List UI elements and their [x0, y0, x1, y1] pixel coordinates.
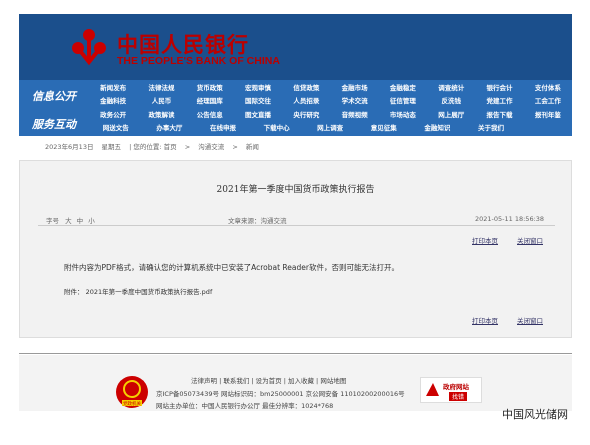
party-government-badge-icon: 党政机关	[116, 376, 148, 408]
site-footer: 党政机关 法律声明 | 联系我们 | 设为首页 | 加入收藏 | 网站地图 京I…	[19, 355, 572, 411]
site-title-en: THE PEOPLE'S BANK OF CHINA	[117, 55, 280, 67]
pboc-emblem-icon	[72, 29, 106, 66]
nav-item[interactable]: 关于我们	[464, 122, 518, 135]
nav-item[interactable]: 网上调查	[303, 122, 357, 135]
nav-item[interactable]: 经理国库	[186, 95, 234, 108]
nav-item[interactable]: 人员招录	[282, 95, 330, 108]
print-page-link[interactable]: 打印本页	[472, 235, 498, 245]
location-home-link[interactable]: | 您的位置: 首页	[129, 143, 177, 151]
nav-item[interactable]: 音频视频	[330, 109, 378, 122]
nav-item[interactable]: 金融稳定	[379, 82, 427, 95]
font-size-large-button[interactable]: 大	[65, 217, 72, 225]
nav-item[interactable]: 反洗钱	[427, 95, 475, 108]
nav-item[interactable]: 国际交往	[234, 95, 282, 108]
font-size-medium-button[interactable]: 中	[77, 217, 84, 225]
nav-item[interactable]: 金融科技	[89, 95, 137, 108]
nav-item[interactable]: 政策解读	[137, 109, 185, 122]
nav-category-service: 服务互动	[32, 118, 76, 131]
breadcrumb: 2023年6月13日 星期五 | 您的位置: 首页 > 沟通交流 > 新闻	[45, 141, 265, 151]
attachment: 附件： 2021年第一季度中国货币政策执行报告.pdf	[64, 286, 212, 296]
watermark: 中国风光储网	[502, 408, 568, 421]
nav-item[interactable]: 银行会计	[475, 82, 523, 95]
nav-item[interactable]: 网送文告	[89, 122, 143, 135]
attachment-label: 附件：	[64, 288, 84, 296]
nav-item[interactable]: 工会工作	[524, 95, 572, 108]
gov-website-icon	[426, 383, 439, 396]
current-weekday: 星期五	[101, 143, 122, 151]
main-navigation: 信息公开 服务互动 新闻发布 法律法规 货币政策 宏观审慎 信贷政策 金融市场 …	[19, 80, 572, 136]
nav-item[interactable]: 人民币	[137, 95, 185, 108]
nav-item[interactable]: 调查统计	[427, 82, 475, 95]
nav-item[interactable]: 法律法规	[137, 82, 185, 95]
font-size-control: 字号 大 中 小	[46, 215, 95, 225]
article-title: 2021年第一季度中国货币政策执行报告	[216, 185, 375, 195]
font-size-small-button[interactable]: 小	[88, 217, 95, 225]
nav-item[interactable]: 办事大厅	[143, 122, 197, 135]
article-source: 文章来源：沟通交流	[228, 217, 287, 225]
nav-item[interactable]: 支付体系	[524, 82, 572, 95]
nav-item[interactable]: 学术交流	[330, 95, 378, 108]
article-panel: 2021年第一季度中国货币政策执行报告 字号 大 中 小 文章来源：沟通交流 2…	[19, 160, 572, 338]
footer-divider	[19, 353, 572, 354]
nav-item[interactable]: 意见征集	[357, 122, 411, 135]
divider	[38, 225, 555, 226]
breadcrumb-current: 新闻	[245, 143, 259, 151]
nav-item[interactable]: 下载中心	[250, 122, 304, 135]
site-host: 网站主办单位：中国人民银行办公厅 最佳分辨率：1024*768	[156, 402, 334, 410]
current-date: 2023年6月13日	[45, 143, 94, 151]
nav-row: 网送文告 办事大厅 在线申报 下载中心 网上调查 意见征集 金融知识 关于我们	[89, 122, 572, 135]
nav-row: 新闻发布 法律法规 货币政策 宏观审慎 信贷政策 金融市场 金融稳定 调查统计 …	[89, 82, 572, 95]
icp-record: 京ICP备05073439号 网站标识码：bm25000001 京公网安备 11…	[156, 390, 405, 398]
pdf-notice: 附件内容为PDF格式，请确认您的计算机系统中已安装了Acrobat Reader…	[64, 263, 399, 272]
article-datetime: 2021-05-11 18:56:38	[475, 215, 545, 223]
add-favorite-link[interactable]: 加入收藏	[288, 377, 314, 385]
nav-item[interactable]: 公告信息	[186, 109, 234, 122]
nav-item[interactable]: 网上展厅	[427, 109, 475, 122]
close-window-link-bottom[interactable]: 关闭窗口	[517, 315, 543, 325]
nav-item[interactable]: 新闻发布	[89, 82, 137, 95]
print-page-link-bottom[interactable]: 打印本页	[472, 315, 498, 325]
site-header: 中国人民银行 THE PEOPLE'S BANK OF CHINA	[19, 14, 572, 80]
nav-item[interactable]: 宏观审慎	[234, 82, 282, 95]
breadcrumb-separator: >	[184, 143, 191, 151]
breadcrumb-section-link[interactable]: 沟通交流	[198, 143, 224, 151]
sitemap-link[interactable]: 网站地图	[320, 377, 346, 385]
nav-row: 政务公开 政策解读 公告信息 图文直播 央行研究 音频视频 市场动态 网上展厅 …	[89, 109, 572, 122]
gov-website-error-badge[interactable]: 政府网站 找错	[420, 377, 482, 403]
nav-item[interactable]: 央行研究	[282, 109, 330, 122]
font-size-label: 字号	[46, 217, 59, 225]
set-homepage-link[interactable]: 设为首页	[256, 377, 282, 385]
nav-item[interactable]: 政务公开	[89, 109, 137, 122]
nav-row: 金融科技 人民币 经理国库 国际交往 人员招录 学术交流 征信管理 反洗钱 党建…	[89, 95, 572, 108]
contact-us-link[interactable]: 联系我们	[223, 377, 249, 385]
nav-item[interactable]: 金融市场	[330, 82, 378, 95]
legal-notice-link[interactable]: 法律声明	[191, 377, 217, 385]
nav-item[interactable]: 信贷政策	[282, 82, 330, 95]
breadcrumb-separator: >	[232, 143, 238, 151]
badge-text: 党政机关	[123, 400, 141, 407]
gov-website-title: 政府网站	[443, 383, 469, 391]
nav-item[interactable]: 党建工作	[475, 95, 523, 108]
nav-item[interactable]: 在线申报	[196, 122, 250, 135]
nav-item[interactable]: 报刊年鉴	[524, 109, 572, 122]
close-window-link[interactable]: 关闭窗口	[517, 235, 543, 245]
nav-item[interactable]: 金融知识	[411, 122, 465, 135]
nav-item[interactable]: 图文直播	[234, 109, 282, 122]
nav-item[interactable]: 征信管理	[379, 95, 427, 108]
nav-category-info: 信息公开	[32, 90, 76, 103]
gov-website-sub: 找错	[449, 392, 468, 401]
attachment-file-link[interactable]: 2021年第一季度中国货币政策执行报告.pdf	[86, 288, 213, 296]
nav-item[interactable]: 货币政策	[186, 82, 234, 95]
footer-links: 法律声明 | 联系我们 | 设为首页 | 加入收藏 | 网站地图	[191, 377, 347, 385]
nav-item[interactable]: 市场动态	[379, 109, 427, 122]
nav-item[interactable]: 报告下载	[475, 109, 523, 122]
